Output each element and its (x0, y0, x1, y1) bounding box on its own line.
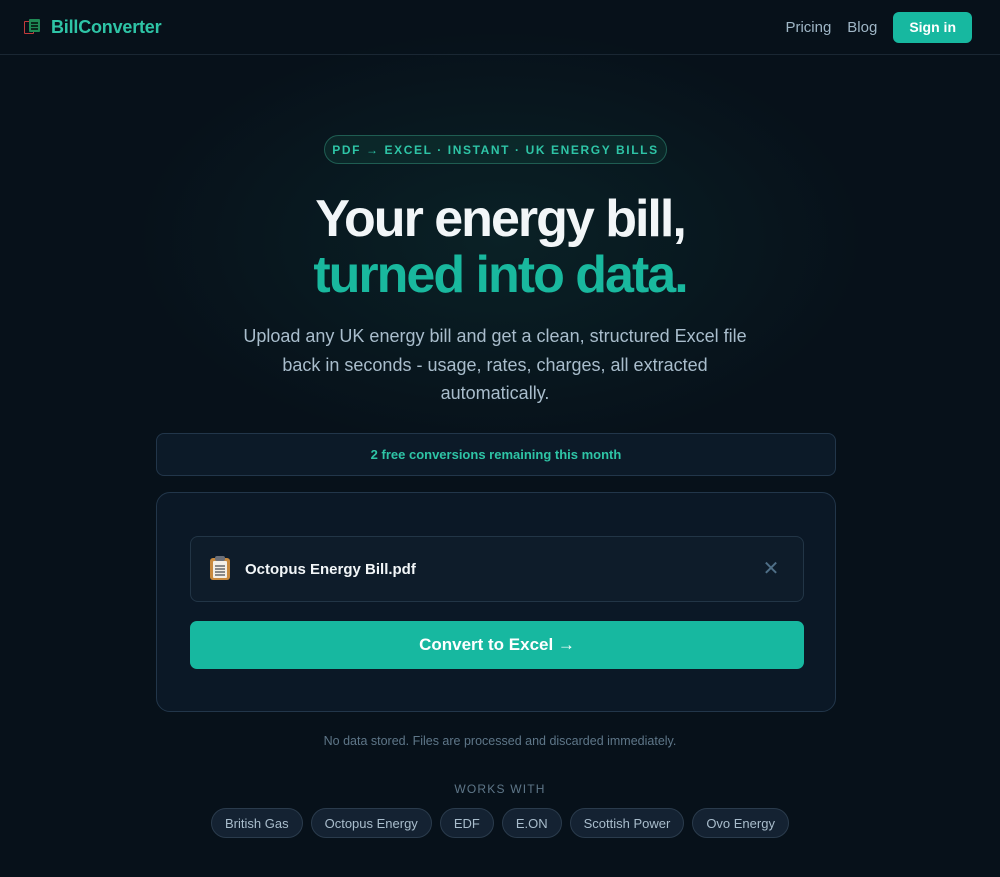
convert-button[interactable]: Convert to Excel → (190, 621, 804, 669)
selected-file: Octopus Energy Bill.pdf ✕ (190, 536, 804, 602)
works-with-label: WORKS WITH (454, 782, 546, 796)
provider-chip: Octopus Energy (310, 808, 432, 838)
hero-title-line1: Your energy bill, (315, 190, 687, 248)
provider-chip: British Gas (211, 808, 303, 838)
brand-name: BillConverter (51, 16, 162, 37)
brand[interactable]: BillConverter (24, 16, 162, 38)
nav-links: Pricing Blog Sign in (785, 11, 972, 43)
clipboard-icon (209, 556, 231, 580)
close-icon[interactable]: ✕ (759, 559, 783, 579)
nav-link-blog[interactable]: Blog (847, 19, 877, 36)
provider-chip: Ovo Energy (692, 808, 789, 838)
provider-chip: EDF (439, 808, 494, 838)
nav-link-pricing[interactable]: Pricing (785, 19, 831, 36)
file-name: Octopus Energy Bill.pdf (245, 560, 416, 578)
spreadsheet-logo-icon (24, 19, 40, 35)
provider-chips: British Gas Octopus Energy EDF E.ON Scot… (0, 808, 1000, 838)
feature-pill: PDF → EXCEL · INSTANT · UK ENERGY BILLS (324, 135, 667, 164)
free-quota-banner: 2 free conversions remaining this month (156, 433, 836, 476)
upload-card: Octopus Energy Bill.pdf ✕ Convert to Exc… (156, 492, 836, 712)
provider-chip: E.ON (501, 808, 562, 838)
hero-title-line2: turned into data. (313, 246, 688, 304)
hero-subtitle: Upload any UK energy bill and get a clea… (243, 326, 747, 403)
top-nav: BillConverter Pricing Blog Sign in (0, 0, 1000, 55)
provider-chip: Scottish Power (569, 808, 685, 838)
privacy-note: No data stored. Files are processed and … (323, 734, 677, 748)
sign-in-button[interactable]: Sign in (893, 11, 972, 43)
